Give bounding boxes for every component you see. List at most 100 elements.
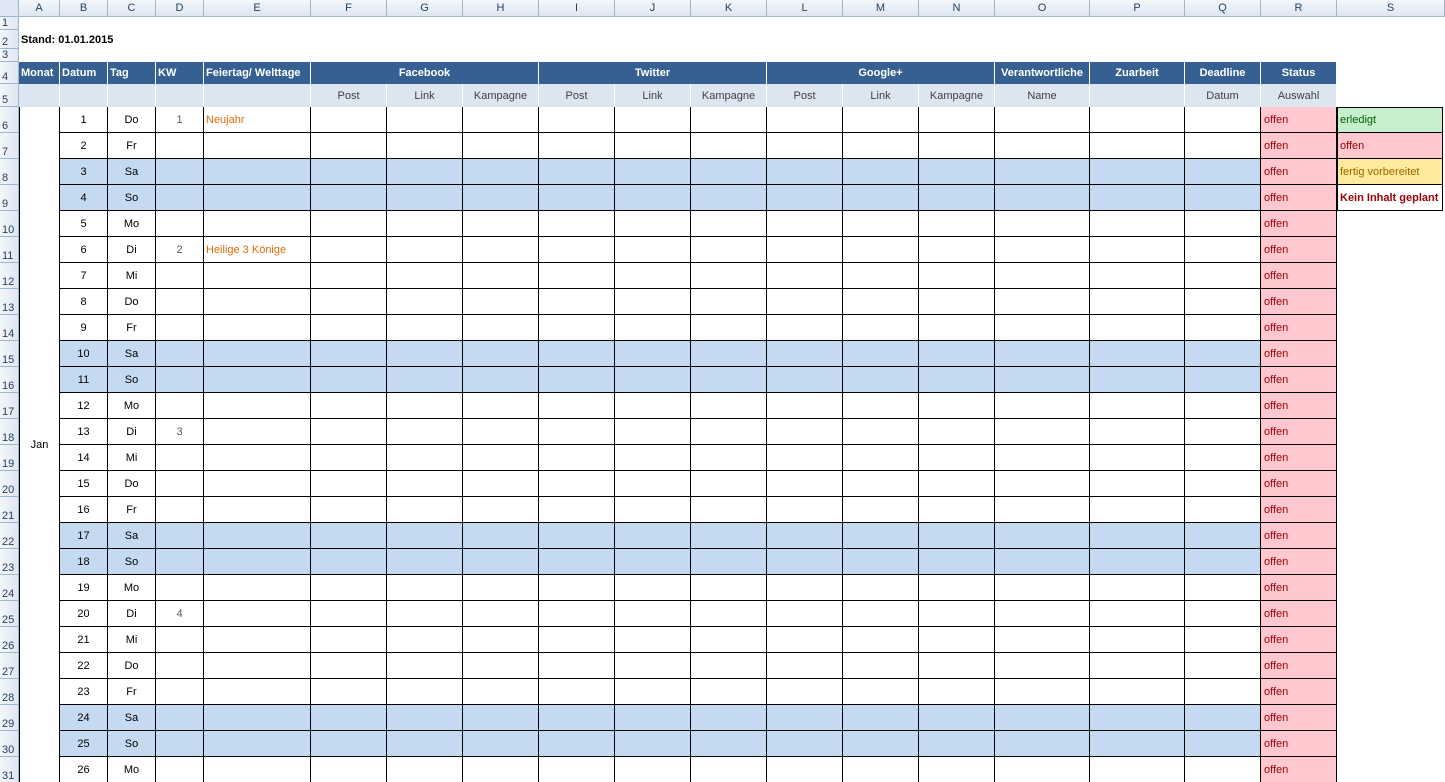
cell-o-26[interactable] [995,627,1090,653]
kw-cell[interactable] [156,731,204,757]
cell-j-31[interactable] [615,757,691,782]
cell-k-28[interactable] [691,679,767,705]
cell-g-22[interactable] [387,523,463,549]
subheader-post[interactable]: Post [539,84,615,107]
cell-p-15[interactable] [1090,341,1185,367]
tag-cell[interactable]: Do [108,107,156,133]
cell-n-19[interactable] [919,445,995,471]
tag-cell[interactable]: Do [108,471,156,497]
feiertag-cell[interactable] [204,653,311,679]
cell-m-28[interactable] [843,679,919,705]
cell-g-28[interactable] [387,679,463,705]
cell-g-10[interactable] [387,211,463,237]
subheader-datum[interactable]: Datum [1185,84,1261,107]
cell-n-28[interactable] [919,679,995,705]
cell-f-21[interactable] [311,497,387,523]
cell-q-10[interactable] [1185,211,1261,237]
cell-m-15[interactable] [843,341,919,367]
subheader-kampagne[interactable]: Kampagne [691,84,767,107]
cell-k-22[interactable] [691,523,767,549]
cell-i-25[interactable] [539,601,615,627]
cell-l-6[interactable] [767,107,843,133]
kw-cell[interactable] [156,315,204,341]
cell-l-25[interactable] [767,601,843,627]
cell-q-18[interactable] [1185,419,1261,445]
cell-i-14[interactable] [539,315,615,341]
column-header-k[interactable]: K [691,0,767,17]
cell-o-12[interactable] [995,263,1090,289]
cell-p-14[interactable] [1090,315,1185,341]
cell-f-13[interactable] [311,289,387,315]
cell-o-18[interactable] [995,419,1090,445]
datum-cell[interactable]: 16 [60,497,108,523]
subheader-name[interactable]: Name [995,84,1090,107]
tag-cell[interactable]: So [108,185,156,211]
cell-i-10[interactable] [539,211,615,237]
row-header-7[interactable]: 7 [0,133,19,159]
status-cell[interactable]: offen [1261,757,1337,782]
cell-j-16[interactable] [615,367,691,393]
cell-k-7[interactable] [691,133,767,159]
feiertag-cell[interactable] [204,523,311,549]
row-header-21[interactable]: 21 [0,497,19,523]
cell-g-31[interactable] [387,757,463,782]
datum-cell[interactable]: 13 [60,419,108,445]
cell-j-17[interactable] [615,393,691,419]
cell-k-16[interactable] [691,367,767,393]
datum-cell[interactable]: 10 [60,341,108,367]
cell-q-29[interactable] [1185,705,1261,731]
tag-cell[interactable]: Fr [108,497,156,523]
cell-l-22[interactable] [767,523,843,549]
cell-k-26[interactable] [691,627,767,653]
feiertag-cell[interactable] [204,575,311,601]
cell-g-9[interactable] [387,185,463,211]
cell-f-7[interactable] [311,133,387,159]
cell-o-11[interactable] [995,237,1090,263]
cell-n-20[interactable] [919,471,995,497]
cell-m-16[interactable] [843,367,919,393]
status-cell[interactable]: offen [1261,471,1337,497]
cell-l-26[interactable] [767,627,843,653]
cell-o-8[interactable] [995,159,1090,185]
column-header-o[interactable]: O [995,0,1090,17]
cell-o-19[interactable] [995,445,1090,471]
cell-m-21[interactable] [843,497,919,523]
cell-g-27[interactable] [387,653,463,679]
tag-cell[interactable]: Mo [108,211,156,237]
kw-cell[interactable] [156,289,204,315]
column-header-a[interactable]: A [19,0,60,17]
cell-q-27[interactable] [1185,653,1261,679]
kw-cell[interactable] [156,549,204,575]
subheader-blank[interactable] [156,84,204,107]
cell-f-14[interactable] [311,315,387,341]
datum-cell[interactable]: 24 [60,705,108,731]
datum-cell[interactable]: 26 [60,757,108,782]
cell-j-6[interactable] [615,107,691,133]
status-cell[interactable]: offen [1261,549,1337,575]
cell-q-21[interactable] [1185,497,1261,523]
cell-p-30[interactable] [1090,731,1185,757]
cell-m-19[interactable] [843,445,919,471]
cell-p-29[interactable] [1090,705,1185,731]
cell-m-17[interactable] [843,393,919,419]
cell-o-6[interactable] [995,107,1090,133]
datum-cell[interactable]: 7 [60,263,108,289]
cell-i-29[interactable] [539,705,615,731]
status-cell[interactable]: offen [1261,705,1337,731]
row-header-25[interactable]: 25 [0,601,19,627]
cell-g-11[interactable] [387,237,463,263]
row-header-17[interactable]: 17 [0,393,19,419]
cell-f-26[interactable] [311,627,387,653]
cell-q-6[interactable] [1185,107,1261,133]
row-header-16[interactable]: 16 [0,367,19,393]
cell-k-27[interactable] [691,653,767,679]
feiertag-cell[interactable] [204,679,311,705]
datum-cell[interactable]: 3 [60,159,108,185]
row-header-12[interactable]: 12 [0,263,19,289]
cell-h-19[interactable] [463,445,539,471]
cell-l-28[interactable] [767,679,843,705]
status-cell[interactable]: offen [1261,133,1337,159]
cell-f-15[interactable] [311,341,387,367]
status-cell[interactable]: offen [1261,679,1337,705]
status-cell[interactable]: offen [1261,211,1337,237]
